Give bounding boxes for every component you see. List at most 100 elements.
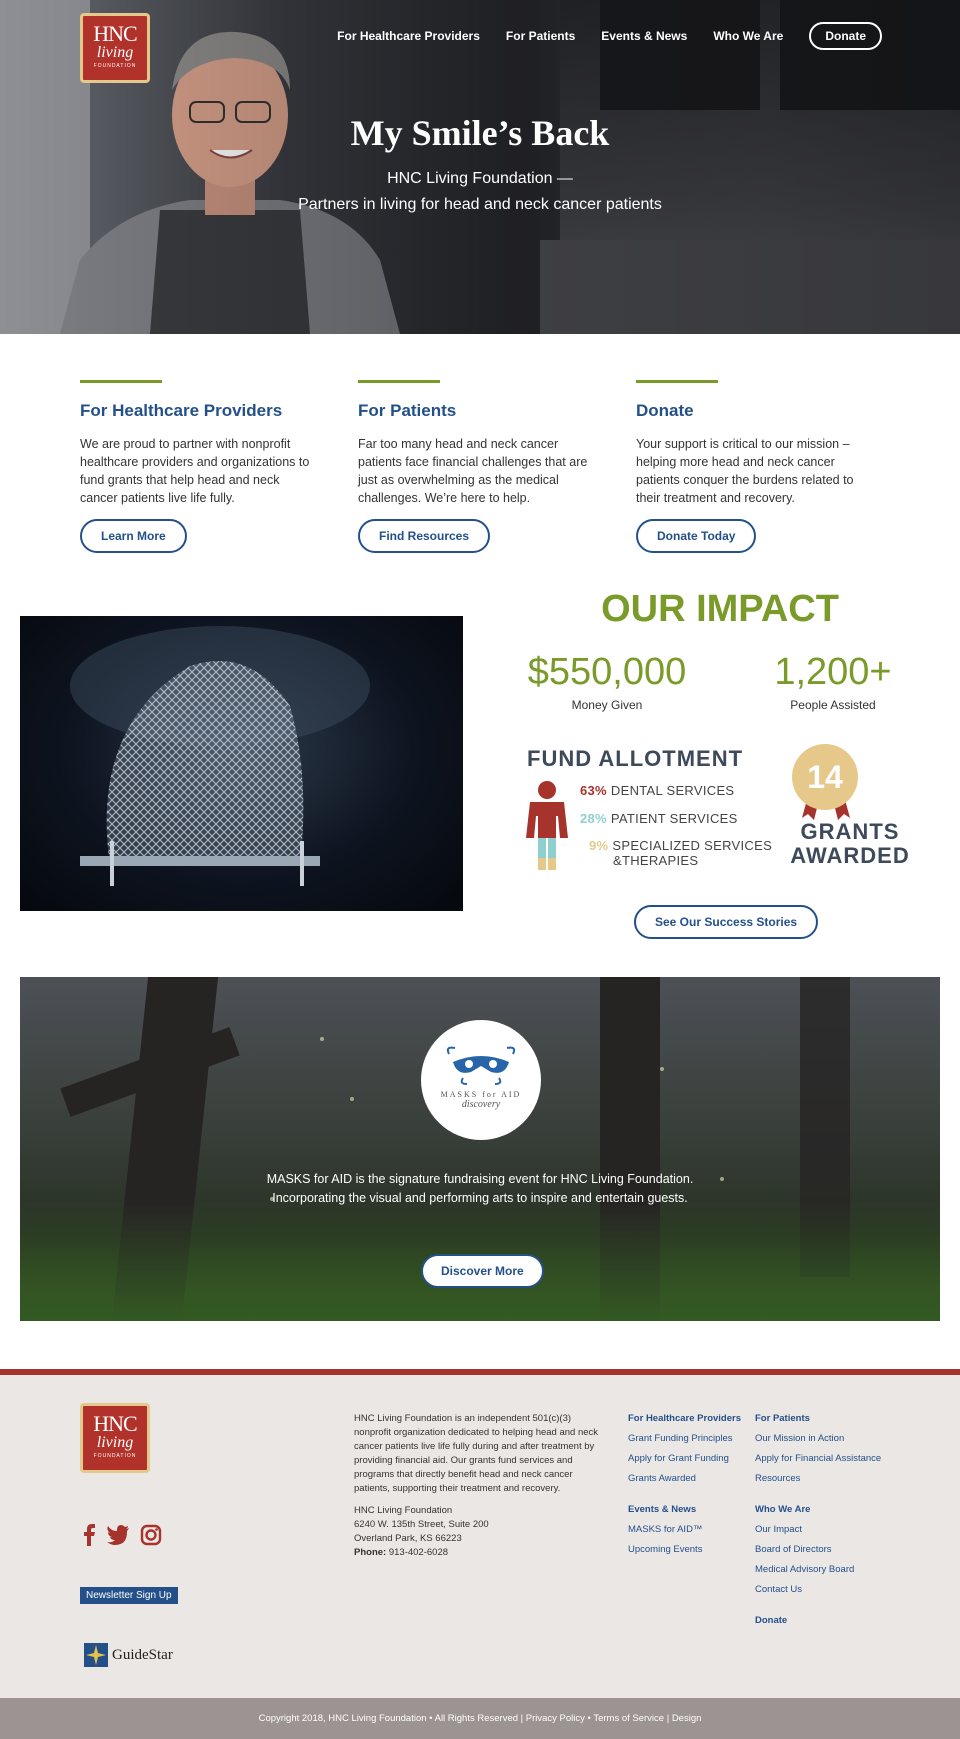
hero-subtitle-line: HNC Living Foundation — [387,170,573,187]
address-line: 6240 W. 135th Street, Suite 200 [354,1519,489,1530]
find-resources-button[interactable]: Find Resources [358,519,491,553]
footer-heading[interactable]: For Patients [755,1413,881,1424]
grants-label-line: AWARDED [790,843,910,868]
fund-percent: 28% [580,811,607,826]
footer-link[interactable]: Medical Advisory Board [755,1564,881,1575]
impact-title: OUR IMPACT [601,588,839,630]
logo-text: HNC [93,21,137,46]
block-text: Far too many head and neck cancer patien… [358,437,588,505]
footer-link[interactable]: Grants Awarded [628,1473,741,1484]
footer-heading[interactable]: Who We Are [755,1504,881,1515]
grants-label-line: GRANTS [800,819,900,844]
footer-link[interactable]: MASKS for AID™ [628,1524,741,1535]
footer-link[interactable]: Grant Funding Principles [628,1433,741,1444]
footer-donate-link[interactable]: Donate [755,1615,881,1626]
phone-label: Phone: [354,1547,387,1558]
patients-block: For Patients Far too many head and neck … [358,380,594,553]
footer-heading[interactable]: For Healthcare Providers [628,1413,741,1424]
fund-label: DENTAL SERVICES [610,783,735,798]
site-logo[interactable]: HNC living FOUNDATION [80,13,150,83]
money-given-stat: $550,000 Money Given [507,650,707,712]
main-nav: For Healthcare Providers For Patients Ev… [337,18,960,54]
fund-percent: 63% [580,783,607,798]
logo-text: living [96,44,134,61]
grants-awarded-label: GRANTS AWARDED [780,820,920,868]
masks-logo-sub: discovery [461,1099,501,1110]
about-text: HNC Living Foundation is an independent … [354,1413,599,1494]
fund-row-dental: 63% DENTAL SERVICES [580,783,734,798]
guidestar-label: GuideStar [112,1646,173,1663]
accent-bar [80,380,162,383]
nav-patients[interactable]: For Patients [506,29,575,43]
learn-more-button[interactable]: Learn More [80,519,187,553]
footer-heading[interactable]: Events & News [628,1504,741,1515]
stat-number: 1,200+ [774,651,892,693]
discover-more-button[interactable]: Discover More [421,1254,544,1288]
footer-link[interactable]: Our Impact [755,1524,881,1535]
phone-line: Phone: 913-402-6028 [354,1546,604,1560]
fund-label: &THERAPIES [613,853,699,868]
footer-column-providers: For Healthcare Providers Grant Funding P… [628,1413,741,1564]
phone-number[interactable]: 913-402-6028 [389,1547,448,1558]
fund-row-specialized: 9% SPECIALIZED SERVICES &THERAPIES [589,838,772,868]
success-stories-button[interactable]: See Our Success Stories [634,905,819,939]
footer-address: HNC Living Foundation 6240 W. 135th Stre… [354,1504,604,1560]
person-icon [526,781,568,870]
address-name: HNC Living Foundation [354,1505,453,1516]
healthcare-providers-block: For Healthcare Providers We are proud to… [80,380,316,553]
nav-donate-button[interactable]: Donate [809,22,882,50]
logo-text: HNC [93,1411,137,1436]
accent-bar [358,380,440,383]
firefly [660,1067,664,1071]
radiation-mask-image [20,616,463,911]
guidestar-badge[interactable]: GuideStar [84,1643,173,1667]
twitter-icon[interactable] [106,1524,130,1546]
masks-description: MASKS for AID is the signature fundraisi… [0,1170,960,1208]
logo-text: living [96,1434,134,1451]
masks-for-aid-logo: MASKS for AID discovery [421,1020,541,1140]
fund-allotment-title: FUND ALLOTMENT [527,746,744,771]
address-line: Overland Park, KS 66223 [354,1533,462,1544]
nav-healthcare-providers[interactable]: For Healthcare Providers [337,29,480,43]
fund-label: SPECIALIZED SERVICES [612,838,773,853]
newsletter-signup-button[interactable]: Newsletter Sign Up [80,1587,178,1604]
footer-link[interactable]: Our Mission in Action [755,1433,881,1444]
hero-title: My Smile’s Back [350,113,610,153]
logo-text: FOUNDATION [93,1453,137,1459]
hero-subtitle: HNC Living Foundation — Partners in livi… [0,166,960,218]
block-title: For Healthcare Providers [80,401,283,420]
accent-bar [636,380,718,383]
fund-percent: 9% [589,838,609,853]
footer-link[interactable]: Apply for Financial Assistance [755,1453,881,1464]
footer-column-patients: For Patients Our Mission in Action Apply… [755,1413,881,1635]
footer-logo[interactable]: HNC living FOUNDATION [80,1403,150,1473]
stat-label: People Assisted [790,698,876,712]
fund-row-patient: 28% PATIENT SERVICES [580,811,738,826]
nav-events-news[interactable]: Events & News [601,29,687,43]
nav-who-we-are[interactable]: Who We Are [713,29,783,43]
firefly [350,1097,354,1101]
facebook-icon[interactable] [82,1524,96,1546]
firefly [320,1037,324,1041]
block-text: We are proud to partner with nonprofit h… [80,437,310,505]
block-title: Donate [636,401,694,420]
masks-description-line: MASKS for AID is the signature fundraisi… [266,1172,694,1186]
footer-link[interactable]: Apply for Grant Funding [628,1453,741,1464]
footer-link[interactable]: Board of Directors [755,1544,881,1555]
copyright-bar: Copyright 2018, HNC Living Foundation • … [0,1698,960,1739]
footer-link[interactable]: Upcoming Events [628,1544,741,1555]
hero-subtitle-line: Partners in living for head and neck can… [298,196,662,213]
social-links [82,1524,162,1546]
block-title: For Patients [358,401,457,420]
instagram-icon[interactable] [140,1524,162,1546]
masks-description-line: Incorporating the visual and performing … [272,1191,688,1205]
radiation-mask-illustration [70,626,370,886]
donate-today-button[interactable]: Donate Today [636,519,757,553]
donate-block: Donate Your support is critical to our m… [636,380,872,553]
people-assisted-stat: 1,200+ People Assisted [733,650,933,712]
mask-icon [446,1046,516,1085]
footer-link[interactable]: Resources [755,1473,881,1484]
stat-number: $550,000 [527,651,687,693]
footer-link[interactable]: Contact Us [755,1584,881,1595]
grants-medal: 14 [792,744,858,810]
